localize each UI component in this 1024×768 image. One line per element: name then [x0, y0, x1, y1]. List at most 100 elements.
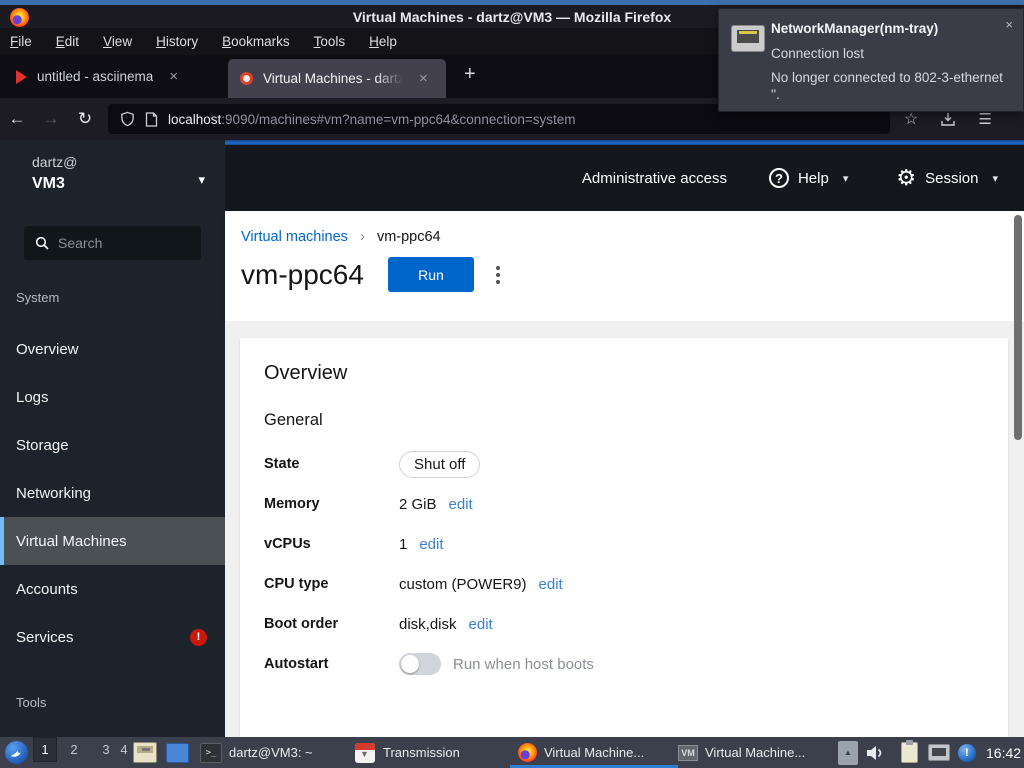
- tab-close-icon[interactable]: ×: [419, 70, 428, 87]
- menu-view[interactable]: View: [103, 34, 132, 49]
- session-label: Session: [925, 169, 979, 187]
- memory-edit-link[interactable]: edit: [449, 496, 473, 513]
- clipboard-icon: [901, 740, 918, 763]
- breadcrumb-virtual-machines-link[interactable]: Virtual machines: [241, 229, 348, 245]
- tray-expand-icon: ▲: [838, 740, 858, 765]
- kebab-menu-icon[interactable]: [495, 265, 500, 284]
- new-tab-button[interactable]: +: [456, 63, 484, 86]
- row-label: CPU type: [264, 576, 329, 592]
- section-label-system: System: [16, 290, 60, 305]
- bookmark-star-icon[interactable]: ☆: [904, 109, 918, 129]
- task-terminal[interactable]: >_ dartz@VM3: ~: [200, 737, 313, 768]
- gear-icon: ⚙: [896, 165, 917, 190]
- notification-summary: Connection lost: [771, 46, 865, 61]
- page-scrollbar[interactable]: [1014, 215, 1022, 440]
- tab-close-icon[interactable]: ×: [169, 68, 178, 85]
- blue-window-icon: [166, 742, 189, 763]
- admin-access-button[interactable]: Administrative access: [582, 170, 727, 187]
- volume-tray-button[interactable]: [866, 737, 885, 768]
- task-vmware[interactable]: VM Virtual Machine...: [678, 737, 805, 768]
- tab-asciinema[interactable]: untitled - asciinema ×: [4, 55, 190, 98]
- cockpit-masthead: Administrative access ? Help ▾ ⚙ Session…: [225, 145, 1024, 211]
- library-icon[interactable]: [940, 111, 956, 127]
- shield-icon[interactable]: [120, 111, 135, 127]
- back-button[interactable]: ←: [0, 109, 34, 129]
- sidebar-search[interactable]: [24, 226, 201, 260]
- host-switcher-caret-icon[interactable]: ▾: [198, 172, 205, 188]
- task-firefox-active[interactable]: Virtual Machine...: [518, 737, 644, 768]
- page-info-icon[interactable]: [145, 111, 158, 127]
- row-value: 1: [399, 535, 408, 553]
- menu-history[interactable]: History: [156, 34, 198, 49]
- menu-help[interactable]: Help: [369, 34, 397, 49]
- task-label: dartz@VM3: ~: [229, 745, 313, 760]
- run-button[interactable]: Run: [387, 257, 474, 292]
- sidebar-item-services[interactable]: Services !: [0, 613, 225, 661]
- task-label: Virtual Machine...: [544, 745, 645, 760]
- tab-virtual-machines[interactable]: Virtual Machines - dartz@ ×: [228, 59, 446, 98]
- notification-popup: NetworkManager(nm-tray) × Connection los…: [718, 8, 1024, 112]
- menu-edit[interactable]: Edit: [56, 34, 79, 49]
- url-text[interactable]: localhost:9090/machines#vm?name=vm-ppc64…: [168, 112, 576, 127]
- task-label: Transmission: [383, 745, 460, 760]
- row-label: Boot order: [264, 616, 339, 632]
- network-tray-button[interactable]: [928, 737, 950, 768]
- sidebar-item-logs[interactable]: Logs: [0, 373, 225, 421]
- cockpit-favicon: [240, 72, 253, 85]
- forward-button[interactable]: →: [34, 109, 68, 129]
- help-label: Help: [797, 169, 829, 187]
- search-input[interactable]: [58, 235, 178, 251]
- browser-content: dartz@ VM3 ▾ System Overview Logs Storag…: [0, 140, 1024, 737]
- clipboard-tray-button[interactable]: [901, 737, 918, 768]
- workspace-1[interactable]: 1: [33, 737, 57, 762]
- sidebar-item-label: Services: [16, 628, 74, 646]
- session-menu[interactable]: ⚙ Session ▾: [896, 165, 998, 190]
- menu-bookmarks[interactable]: Bookmarks: [222, 34, 290, 49]
- help-menu[interactable]: ? Help ▾: [768, 168, 849, 188]
- autostart-toggle[interactable]: [399, 653, 441, 675]
- row-boot-order: Boot order disk,disk edit: [264, 604, 984, 644]
- task-transmission[interactable]: Transmission: [355, 737, 460, 768]
- notification-close-icon[interactable]: ×: [1005, 17, 1013, 32]
- row-label: State: [264, 456, 300, 472]
- row-value: custom (POWER9): [399, 575, 527, 593]
- breadcrumb-current: vm-ppc64: [376, 228, 441, 245]
- sidebar-item-overview[interactable]: Overview: [0, 325, 225, 373]
- vcpus-edit-link[interactable]: edit: [419, 536, 443, 553]
- menu-tools[interactable]: Tools: [314, 34, 346, 49]
- window-launcher[interactable]: [166, 737, 189, 768]
- tray-expand-button[interactable]: ▲: [838, 737, 858, 768]
- start-menu-button[interactable]: [5, 737, 28, 768]
- row-memory: Memory 2 GiB edit: [264, 484, 984, 524]
- cockpit-sidebar: dartz@ VM3 ▾ System Overview Logs Storag…: [0, 140, 225, 737]
- file-manager-launcher[interactable]: [133, 737, 157, 768]
- boot-order-edit-link[interactable]: edit: [469, 616, 493, 633]
- icewm-bird-icon: [5, 741, 28, 764]
- reload-button[interactable]: ↻: [68, 109, 102, 129]
- sidebar-item-networking[interactable]: Networking: [0, 469, 225, 517]
- chevron-down-icon: ▾: [842, 172, 849, 185]
- sidebar-hostname: VM3: [32, 175, 65, 192]
- overview-card: Overview General State Shut off Memory 2…: [240, 338, 1008, 737]
- row-state: State Shut off: [264, 444, 984, 484]
- hamburger-menu-icon[interactable]: ☰: [978, 110, 991, 128]
- cpu-type-edit-link[interactable]: edit: [539, 576, 563, 593]
- menu-file[interactable]: File: [10, 34, 32, 49]
- desktop-screen: Virtual Machines - dartz@VM3 — Mozilla F…: [0, 0, 1024, 768]
- row-value: 2 GiB: [399, 495, 437, 513]
- card-heading: Overview: [264, 362, 348, 384]
- sidebar-item-label: Storage: [16, 436, 69, 454]
- sidebar-item-virtual-machines[interactable]: Virtual Machines: [0, 517, 225, 565]
- taskbar: 1 2 3 4 >_ dartz@VM3: ~ Transmission Vir…: [0, 737, 1024, 768]
- section-label-tools: Tools: [16, 695, 47, 710]
- tab-label: Virtual Machines - dartz@: [263, 71, 403, 86]
- card-subheading: General: [264, 411, 323, 429]
- notifier-tray-button[interactable]: !: [958, 737, 976, 768]
- workspace-2[interactable]: 2: [62, 737, 86, 762]
- sidebar-item-storage[interactable]: Storage: [0, 421, 225, 469]
- tab-label: untitled - asciinema: [37, 69, 154, 84]
- sidebar-item-accounts[interactable]: Accounts: [0, 565, 225, 613]
- chevron-down-icon: ▾: [992, 172, 998, 185]
- help-icon: ?: [768, 168, 789, 188]
- sidebar-item-label: Virtual Machines: [16, 532, 127, 550]
